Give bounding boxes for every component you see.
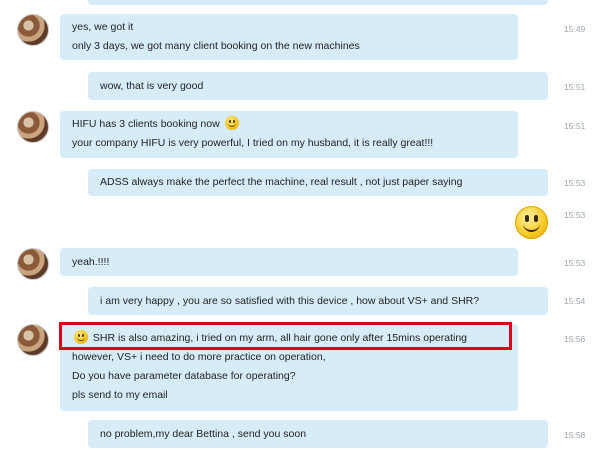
smile-emoji-icon bbox=[224, 116, 239, 130]
message-text: wow, that is very good bbox=[100, 80, 204, 92]
message-timestamp: 15:51 bbox=[564, 121, 586, 131]
message-text: i am very happy , you are so satisfied w… bbox=[100, 295, 480, 307]
message-timestamp: 15:53 bbox=[564, 258, 586, 268]
contact-avatar[interactable] bbox=[17, 324, 49, 356]
chat-bubble-incoming: yes, we got it only 3 days, we got many … bbox=[60, 14, 518, 60]
message-text: however, VS+ i need to do more practice … bbox=[72, 351, 326, 363]
chat-bubble-incoming: yeah.!!!! bbox=[60, 248, 518, 276]
message-timestamp: 15:58 bbox=[564, 430, 586, 440]
contact-avatar[interactable] bbox=[17, 248, 49, 280]
message-line: HIFU has 3 clients booking now bbox=[72, 115, 506, 134]
message-timestamp: 15:53 bbox=[564, 210, 586, 220]
message-text: your company HIFU is very powerful, I tr… bbox=[72, 137, 434, 149]
chat-bubble-outgoing: no problem,my dear Bettina , send you so… bbox=[88, 420, 548, 448]
chat-bubble-incoming: HIFU has 3 clients booking now your comp… bbox=[60, 111, 518, 158]
message-timestamp: 15:54 bbox=[564, 296, 586, 306]
message-timestamp: 15:49 bbox=[564, 24, 586, 34]
message-timestamp: 15:53 bbox=[564, 178, 586, 188]
message-text: HIFU has 3 clients booking now bbox=[72, 118, 220, 130]
chat-log: yes, we got it only 3 days, we got many … bbox=[0, 0, 595, 452]
message-text: yeah.!!!! bbox=[72, 256, 110, 268]
chat-bubble-outgoing: i am very happy , you are so satisfied w… bbox=[88, 287, 548, 315]
chat-bubble-outgoing: ADSS always make the perfect the machine… bbox=[88, 169, 548, 196]
message-text: pls send to my email bbox=[72, 389, 168, 401]
message-timestamp: 15:51 bbox=[564, 82, 586, 92]
red-highlight-box bbox=[59, 322, 512, 350]
message-text: no problem,my dear Bettina , send you so… bbox=[100, 428, 307, 440]
contact-avatar[interactable] bbox=[17, 14, 49, 46]
message-text: only 3 days, we got many client booking … bbox=[72, 40, 360, 52]
chat-bubble-outgoing: wow, that is very good bbox=[88, 72, 548, 100]
contact-avatar[interactable] bbox=[17, 111, 49, 143]
chat-bubble-top-stub bbox=[88, 0, 548, 5]
message-text: Do you have parameter database for opera… bbox=[72, 370, 296, 382]
message-text: ADSS always make the perfect the machine… bbox=[100, 176, 463, 188]
message-timestamp: 15:56 bbox=[564, 334, 586, 344]
message-text: yes, we got it bbox=[72, 21, 134, 33]
big-smile-emoji-icon bbox=[515, 206, 548, 239]
